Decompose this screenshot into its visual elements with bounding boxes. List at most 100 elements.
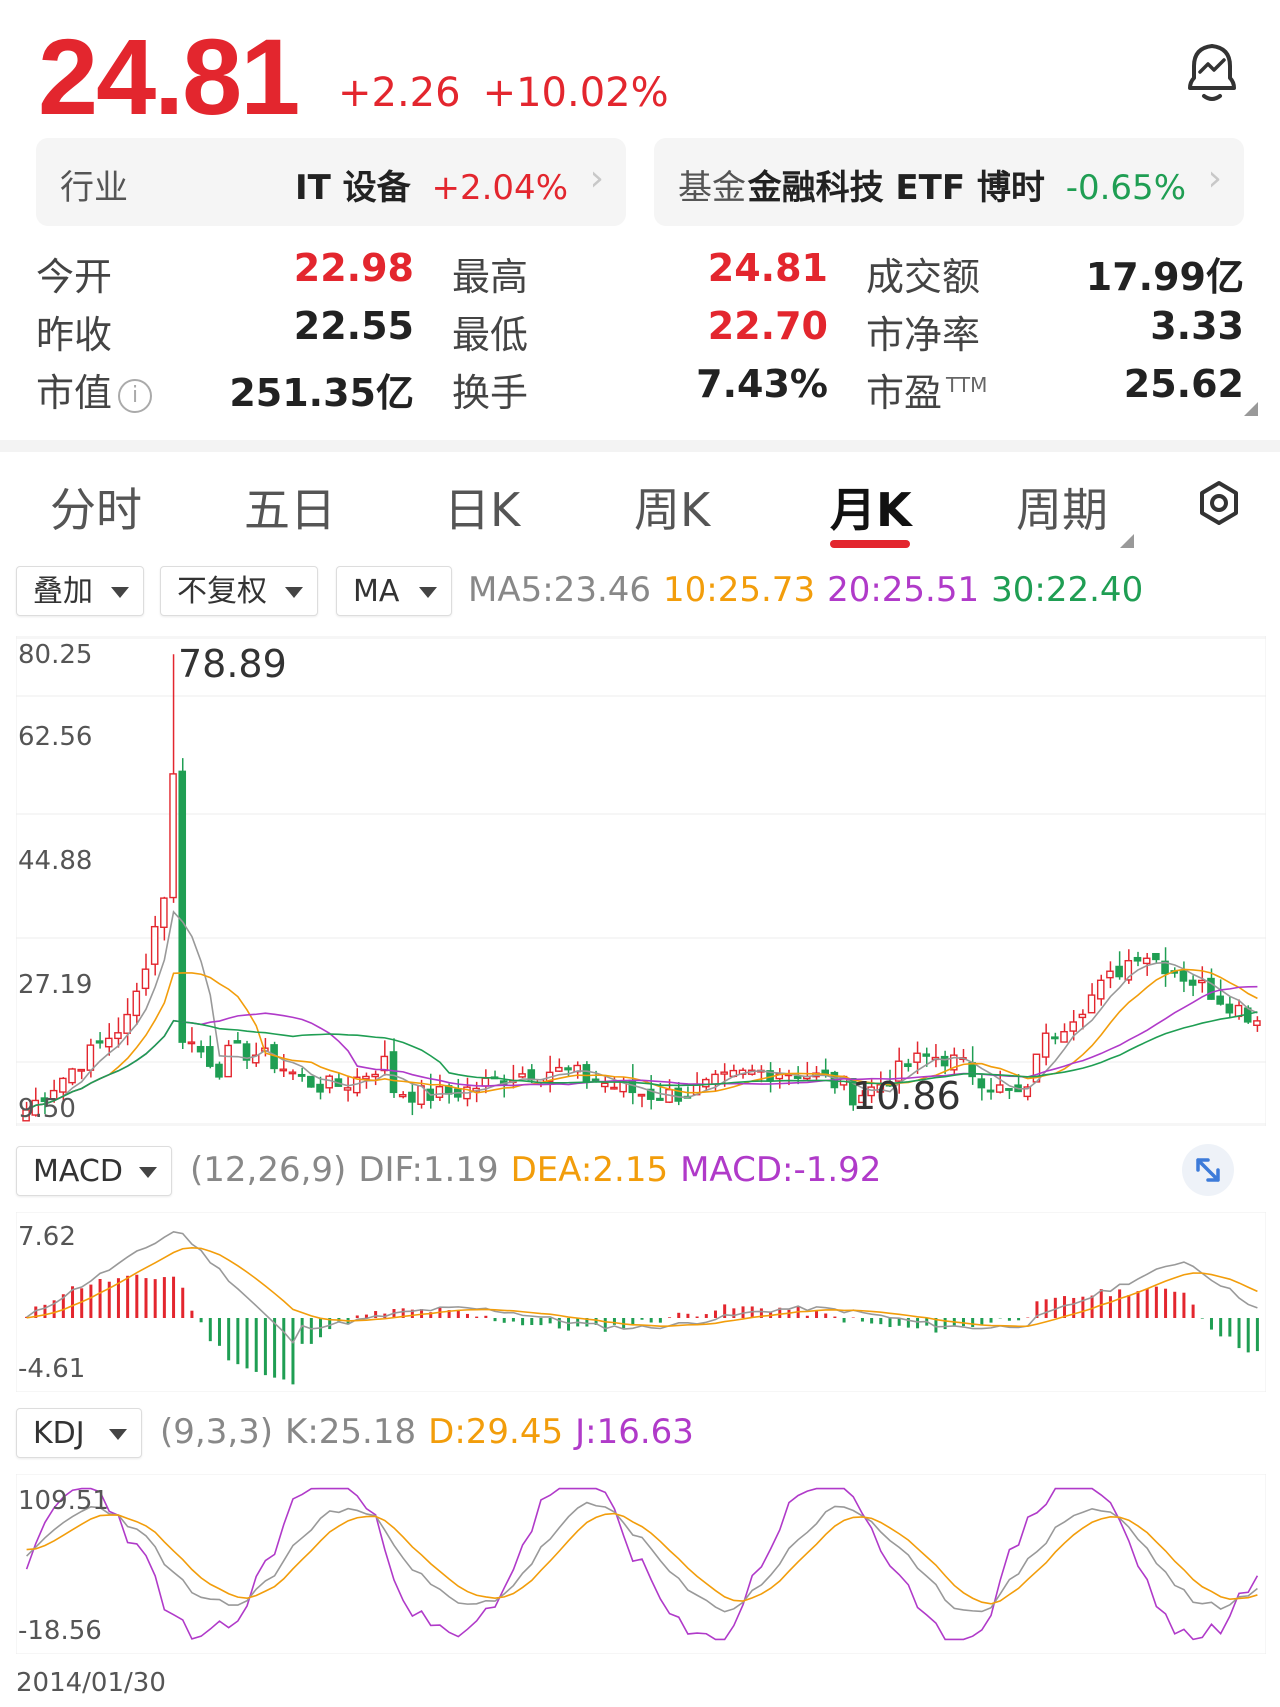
candle-body bbox=[59, 1077, 67, 1093]
candle-body bbox=[380, 1055, 389, 1072]
candle-body bbox=[1188, 979, 1197, 986]
overlay-select[interactable]: 叠加 bbox=[16, 566, 144, 616]
candle-body bbox=[233, 1040, 242, 1044]
candle-body bbox=[656, 1097, 664, 1101]
candle-body bbox=[1152, 952, 1160, 961]
stat-turnover-label: 换手 bbox=[452, 371, 529, 415]
kdj-select[interactable]: KDJ bbox=[16, 1408, 142, 1458]
stat-pe: 25.62 bbox=[1123, 362, 1244, 406]
chevron-right-icon: › bbox=[589, 158, 604, 199]
candle-body bbox=[178, 770, 187, 1043]
settings-gear-icon[interactable] bbox=[1196, 480, 1242, 526]
industry-name: IT 设备 bbox=[295, 168, 411, 208]
candle-body bbox=[637, 1093, 646, 1097]
macd-label: MACD bbox=[33, 1154, 123, 1189]
change-value: +2.26 bbox=[338, 70, 461, 116]
kdj-chart[interactable]: 109.51 -18.56 bbox=[15, 1473, 1267, 1655]
stat-mcap: 251.35亿 bbox=[229, 371, 414, 415]
candle-body bbox=[398, 1094, 407, 1098]
candle-body bbox=[904, 1063, 912, 1068]
candle-body bbox=[1142, 957, 1151, 965]
candle-body bbox=[702, 1078, 710, 1088]
y-label-bottom: 9.50 bbox=[18, 1094, 76, 1124]
ma30-value: 30:22.40 bbox=[991, 570, 1144, 610]
min-price-label: 10.86 bbox=[852, 1074, 961, 1118]
kdj-values: (9,3,3) K:25.18 D:29.45 J:16.63 bbox=[160, 1412, 706, 1452]
chevron-down-icon bbox=[109, 1429, 127, 1440]
chevron-down-icon bbox=[111, 587, 129, 598]
stat-high: 24.81 bbox=[707, 246, 828, 290]
candle-body bbox=[1225, 1003, 1234, 1014]
candle-body bbox=[1051, 1036, 1059, 1040]
fund-card[interactable]: 基金 金融科技 ETF 博时 -0.65% › bbox=[654, 138, 1244, 226]
candle-body bbox=[68, 1068, 76, 1084]
candle-body bbox=[922, 1053, 931, 1057]
fund-label: 基金 bbox=[678, 168, 746, 208]
candle-body bbox=[435, 1085, 444, 1098]
adjust-select[interactable]: 不复权 bbox=[160, 566, 318, 616]
period-dropdown-corner-icon bbox=[1120, 534, 1134, 548]
candle-body bbox=[555, 1066, 563, 1072]
kdj-label: KDJ bbox=[33, 1416, 85, 1451]
ma-select[interactable]: MA bbox=[336, 566, 452, 616]
macd-params: (12,26,9) bbox=[190, 1150, 347, 1190]
kdj-k: K:25.18 bbox=[285, 1412, 417, 1452]
candle-body bbox=[977, 1078, 986, 1089]
macd-select[interactable]: MACD bbox=[16, 1146, 172, 1196]
stat-amount-label: 成交额 bbox=[866, 255, 981, 299]
kdj-j: J:16.63 bbox=[575, 1412, 694, 1452]
candle-body bbox=[325, 1075, 333, 1089]
tab-day-k[interactable]: 日K bbox=[444, 474, 520, 540]
ma20-value: 20:25.51 bbox=[827, 570, 980, 610]
candle-body bbox=[600, 1082, 609, 1088]
candle-body bbox=[913, 1052, 921, 1063]
candlestick-chart[interactable]: 80.25 62.56 44.88 27.19 9.50 78.89 10.86 bbox=[15, 635, 1267, 1127]
candle-body bbox=[1234, 1004, 1243, 1018]
stat-prev-label: 昨收 bbox=[36, 313, 113, 357]
tab-week-k[interactable]: 周K bbox=[634, 474, 710, 540]
quote-stats: 今开 22.98 最高 24.81 成交额 17.99亿 昨收 22.55 最低… bbox=[0, 240, 1280, 420]
macd-chart[interactable]: 7.62 -4.61 bbox=[15, 1211, 1267, 1393]
candle-body bbox=[1106, 970, 1114, 979]
candle-body bbox=[224, 1044, 232, 1078]
candle-body bbox=[123, 1013, 131, 1034]
stat-open: 22.98 bbox=[293, 246, 414, 290]
kdj-k-line bbox=[26, 1501, 1258, 1613]
candle-body bbox=[362, 1075, 370, 1080]
last-price: 24.81 bbox=[38, 16, 300, 137]
tab-wuri[interactable]: 五日 bbox=[244, 474, 336, 540]
candle-body bbox=[1216, 995, 1224, 1005]
stat-turnover: 7.43% bbox=[696, 362, 828, 406]
stat-prev: 22.55 bbox=[293, 304, 414, 348]
candle-body bbox=[279, 1068, 288, 1072]
candle-body bbox=[1096, 979, 1105, 1000]
candle-body bbox=[1087, 994, 1096, 1014]
bell-chart-icon[interactable] bbox=[1180, 38, 1244, 106]
industry-pct: +2.04% bbox=[431, 168, 569, 208]
info-icon[interactable]: i bbox=[118, 378, 153, 413]
candle-body bbox=[389, 1051, 398, 1094]
tab-fenshi[interactable]: 分时 bbox=[50, 474, 142, 540]
tab-period[interactable]: 周期 bbox=[1016, 474, 1108, 540]
macd-dea: DEA:2.15 bbox=[510, 1150, 669, 1190]
industry-card[interactable]: 行业 IT 设备 +2.04% › bbox=[36, 138, 626, 226]
stat-pe-text: 市盈 bbox=[866, 371, 943, 415]
candle-body bbox=[1041, 1032, 1050, 1058]
expand-arrows-icon[interactable] bbox=[1182, 1144, 1234, 1196]
macd-svg bbox=[15, 1211, 1267, 1393]
expand-corner-icon[interactable] bbox=[1244, 402, 1258, 416]
tab-month-k[interactable]: 月K bbox=[830, 474, 912, 540]
macd-y-bottom: -4.61 bbox=[18, 1354, 86, 1384]
candle-body bbox=[160, 897, 168, 928]
macd-y-top: 7.62 bbox=[18, 1222, 76, 1252]
ma5-value: MA5:23.46 bbox=[468, 570, 652, 610]
candle-body bbox=[1078, 1013, 1087, 1019]
chevron-right-icon: › bbox=[1207, 158, 1222, 199]
candle-body bbox=[582, 1064, 591, 1082]
candle-body bbox=[711, 1073, 719, 1085]
stat-mcap-text: 市值 bbox=[36, 371, 113, 415]
kdj-j-line bbox=[25, 1487, 1259, 1641]
ma10-value: 10:25.73 bbox=[663, 570, 816, 610]
y-label-top: 80.25 bbox=[18, 640, 93, 670]
macd-values: (12,26,9) DIF:1.19 DEA:2.15 MACD:-1.92 bbox=[190, 1150, 893, 1190]
